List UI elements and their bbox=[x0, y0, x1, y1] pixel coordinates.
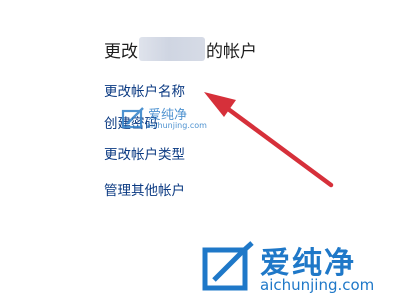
page-title: 更改 的帐户 bbox=[104, 36, 257, 62]
watermark-big: 爱纯净 aichunjing.com bbox=[200, 238, 398, 298]
change-account-name-link[interactable]: 更改帐户名称 bbox=[104, 80, 185, 100]
account-page: 更改 的帐户 更改帐户名称 创建密码 更改帐户类型 管理其他帐户 爱纯净 aic… bbox=[0, 0, 400, 300]
watermark-big-url: aichunjing.com bbox=[260, 276, 375, 294]
title-suffix: 的帐户 bbox=[206, 41, 257, 62]
change-account-type-link[interactable]: 更改帐户类型 bbox=[104, 143, 185, 163]
watermark-big-logo-icon bbox=[202, 241, 254, 291]
title-prefix: 更改 bbox=[104, 41, 138, 62]
watermark-big-text: 爱纯净 bbox=[260, 246, 356, 281]
create-password-link[interactable]: 创建密码 bbox=[104, 112, 158, 132]
manage-other-accounts-link[interactable]: 管理其他帐户 bbox=[104, 179, 185, 199]
blurred-account-name bbox=[139, 37, 205, 61]
